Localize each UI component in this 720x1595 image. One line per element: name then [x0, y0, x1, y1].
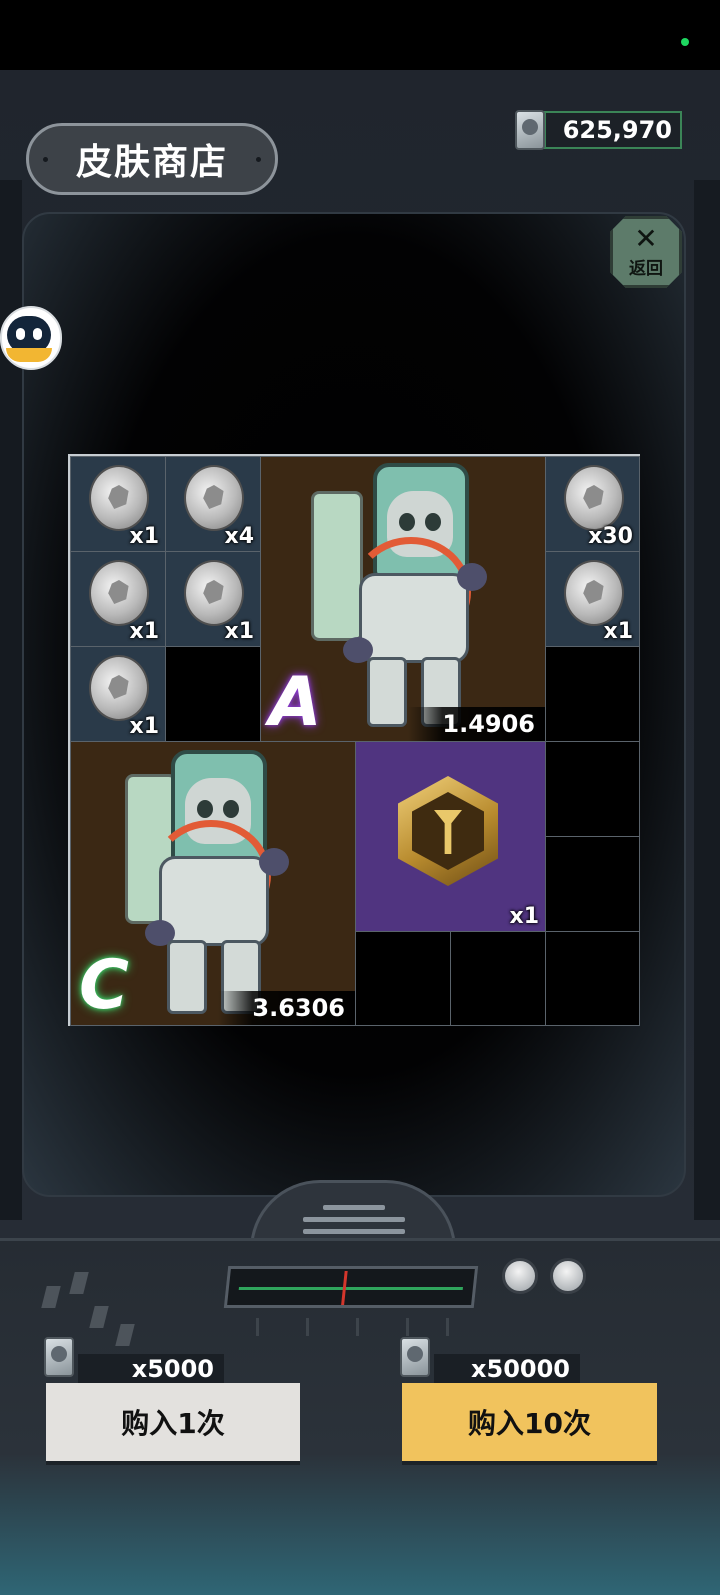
reward-quantity: x1: [129, 714, 160, 739]
ten-cost-text: x50000: [471, 1355, 570, 1383]
empty-cell: [545, 646, 640, 742]
badge-reward-cell[interactable]: x1: [355, 741, 546, 932]
mascot-mouth: [6, 348, 52, 362]
skin-reward-cell-c[interactable]: C 3.6306: [70, 741, 356, 1026]
console-knob: [550, 1258, 586, 1294]
skin-card-icon: [400, 1337, 430, 1377]
ten-draw-cost: x50000: [434, 1354, 580, 1384]
mascot-eye: [33, 328, 42, 340]
close-x-icon: ✕: [634, 221, 658, 255]
silver-coin-icon: [89, 560, 149, 626]
coin-reward-cell[interactable]: x30: [545, 456, 640, 552]
skin-value: 3.6306: [218, 991, 355, 1025]
hexagon-badge-icon: [398, 776, 498, 886]
console-knob: [502, 1258, 538, 1294]
coin-reward-cell[interactable]: x1: [70, 646, 166, 742]
page-title: 皮肤商店: [75, 142, 228, 183]
gauge-tick: [256, 1318, 259, 1336]
page-title-pill: 皮肤商店: [26, 123, 278, 195]
rank-letter: A: [269, 663, 322, 742]
skin-card-icon: [44, 1337, 74, 1377]
reward-quantity: x1: [224, 619, 255, 644]
gauge-tick: [306, 1318, 309, 1336]
empty-cell: [545, 931, 640, 1026]
skin-reward-cell-a[interactable]: A 1.4906: [260, 456, 546, 742]
right-rail: [694, 180, 720, 1220]
gauge-tick: [406, 1318, 409, 1336]
empty-cell: [545, 836, 640, 932]
reward-quantity: x1: [603, 619, 634, 644]
silver-coin-icon: [89, 465, 149, 531]
reward-quantity: x1: [129, 524, 160, 549]
silver-coin-icon: [564, 560, 624, 626]
skin-value: 1.4906: [408, 707, 545, 741]
empty-cell: [450, 931, 546, 1026]
single-draw-cost: x5000: [78, 1354, 224, 1384]
coin-reward-cell[interactable]: x4: [165, 456, 261, 552]
silver-coin-icon: [89, 655, 149, 721]
currency-display: 625,970: [544, 111, 682, 149]
gauge-track: [238, 1287, 463, 1290]
status-bar: [0, 0, 720, 70]
silver-coin-icon: [564, 465, 624, 531]
coin-reward-cell[interactable]: x1: [165, 551, 261, 647]
reward-quantity: x4: [224, 524, 255, 549]
reward-quantity: x30: [588, 524, 633, 549]
gauge-tick: [446, 1318, 449, 1336]
status-indicator-dot: [681, 38, 689, 46]
single-cost-text: x5000: [131, 1355, 214, 1383]
rank-letter: C: [79, 946, 129, 1025]
currency-amount: 625,970: [562, 116, 672, 144]
coin-reward-cell[interactable]: x1: [70, 551, 166, 647]
astronaut-skin-icon: [125, 748, 325, 1025]
astronaut-skin-icon: [311, 461, 511, 741]
back-button[interactable]: ✕ 返回: [610, 216, 682, 288]
silver-coin-icon: [184, 465, 244, 531]
skin-card-icon: [515, 110, 545, 150]
reward-quantity: x1: [129, 619, 160, 644]
empty-cell: [355, 931, 451, 1026]
decor-dot: [43, 157, 48, 162]
assistant-mascot-icon[interactable]: [0, 306, 62, 370]
reward-quantity: x1: [509, 904, 540, 929]
silver-coin-icon: [184, 560, 244, 626]
empty-cell: [545, 741, 640, 837]
reward-grid: x1 x4 A 1.4906 x30 x1 x1 x1 x1 C 3.6306 …: [68, 454, 640, 1026]
console-gauge: [223, 1266, 479, 1308]
empty-cell: [165, 646, 261, 742]
buy-ten-button[interactable]: 购入10次: [402, 1383, 657, 1461]
coin-reward-cell[interactable]: x1: [545, 551, 640, 647]
back-label: 返回: [629, 258, 663, 279]
gauge-tick: [356, 1318, 359, 1336]
decor-dot: [256, 157, 261, 162]
mascot-eye: [16, 328, 25, 340]
coin-reward-cell[interactable]: x1: [70, 456, 166, 552]
buy-once-button[interactable]: 购入1次: [46, 1383, 300, 1461]
